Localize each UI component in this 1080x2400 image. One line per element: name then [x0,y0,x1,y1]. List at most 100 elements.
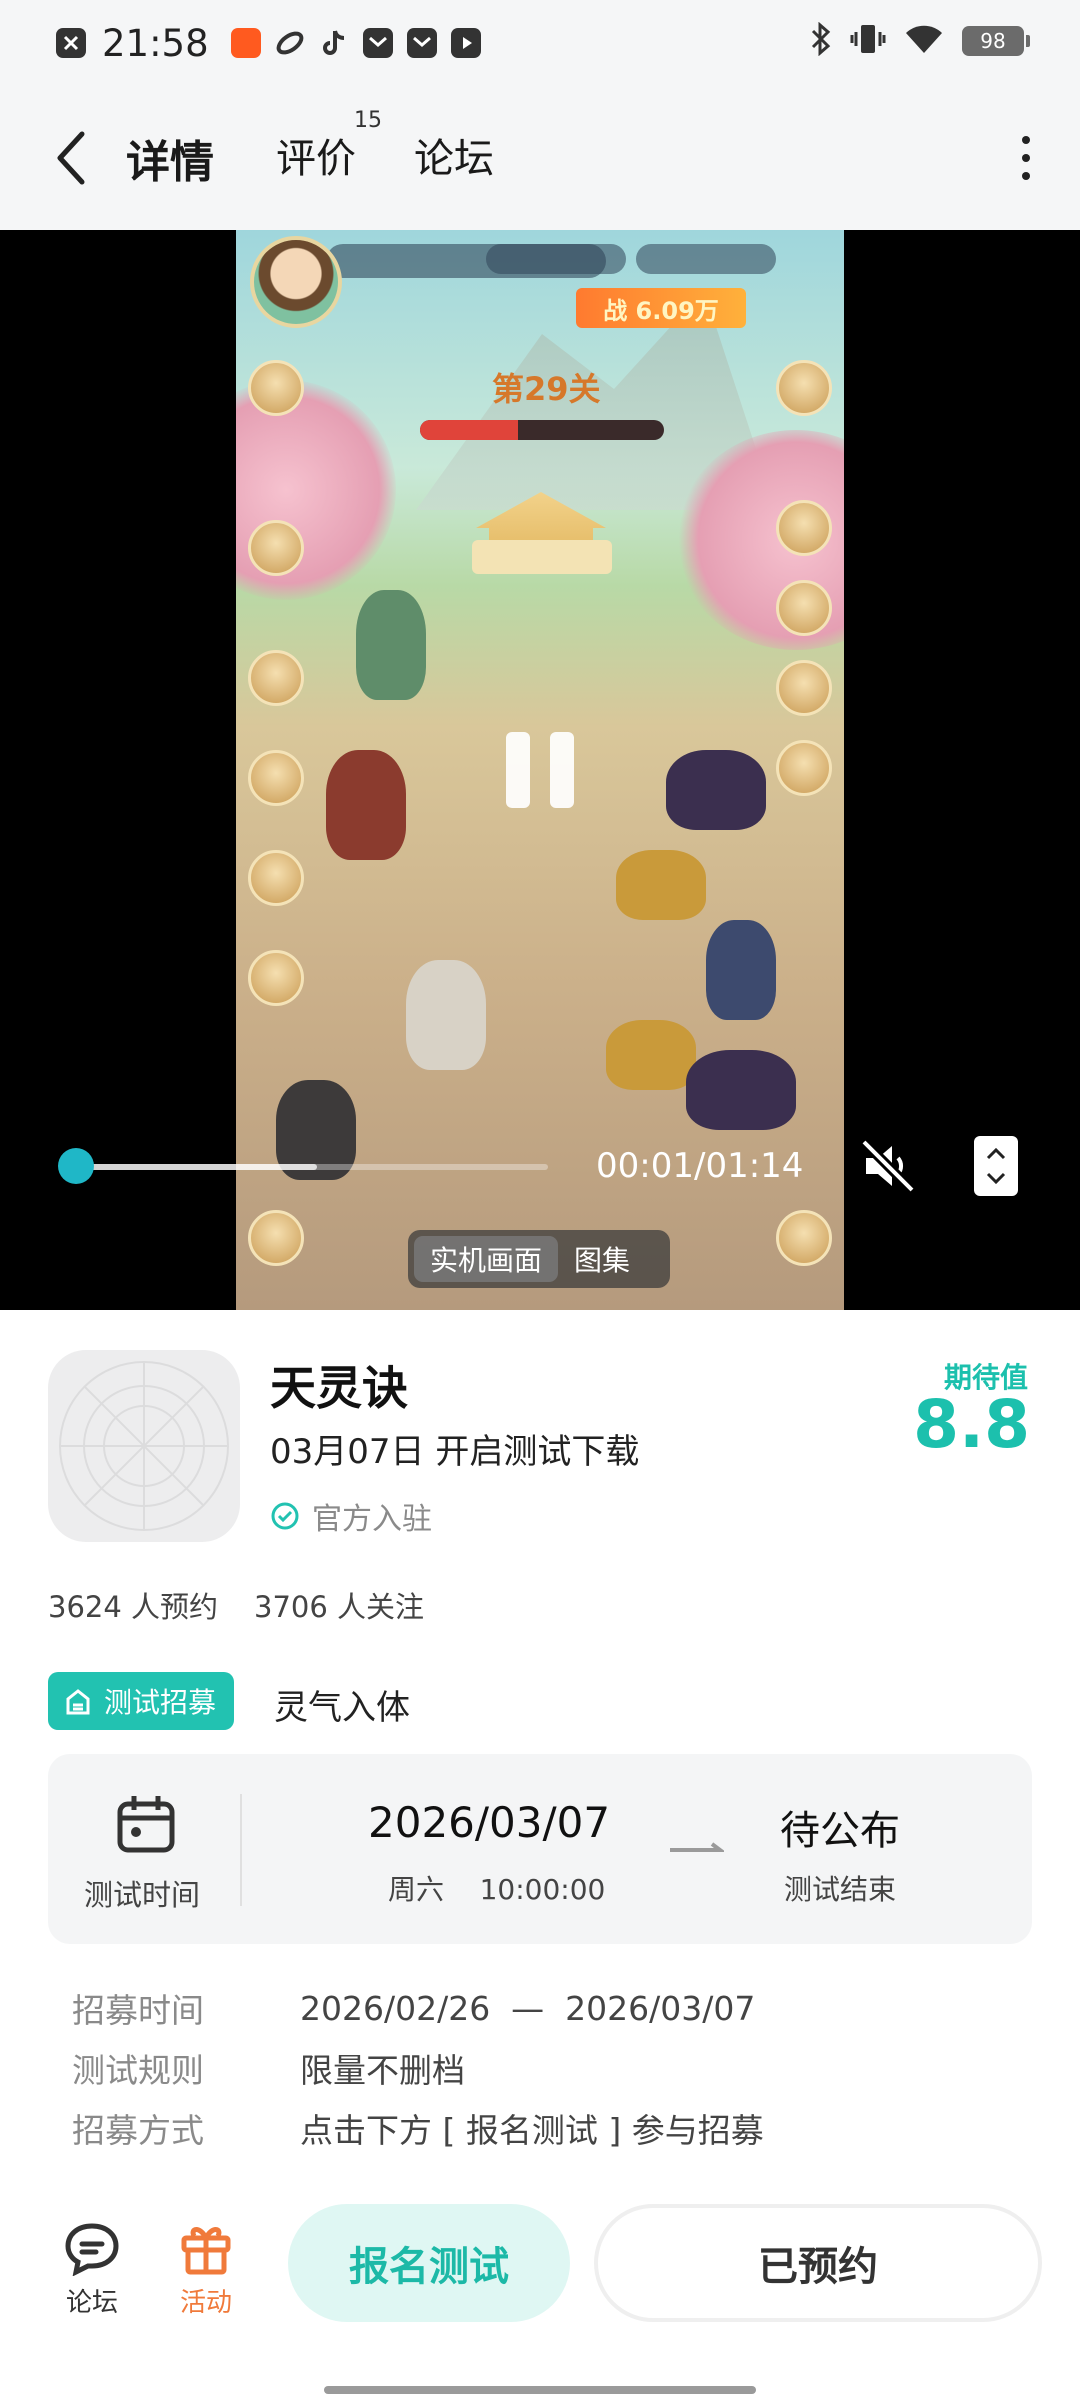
pause-icon-bar [506,732,530,808]
tab-gameplay-video[interactable]: 实机画面 [414,1236,559,1282]
game-enemy [606,1020,696,1090]
app-icon [48,1350,240,1542]
game-enemy [706,920,776,1020]
tab-forum[interactable]: 论坛 [414,126,494,184]
bottom-action-bar: 论坛 活动 报名测试 已预约 [0,2190,1080,2400]
test-time-label: 测试时间 [84,1878,201,1912]
game-side-icon [248,1210,304,1266]
game-enemy [616,850,706,920]
game-side-icon [776,500,832,556]
bg-path-banner [472,540,612,574]
game-side-icon [776,580,832,636]
rule-value: 2026/02/26 — 2026/03/07 [300,1988,756,2028]
expectation-score: 8.8 [913,1386,1030,1463]
status-time: 21:58 [102,21,209,65]
chevron-left-icon [57,131,85,185]
rule-value: 点击下方 [ 报名测试 ] 参与招募 [300,2111,764,2150]
follower-count: 3706 人关注 [254,1590,425,1624]
vibrate-icon [850,22,886,60]
recruit-rules: 招募时间 2026/02/26 — 2026/03/07 测试规则 限量不删档 … [72,1978,764,2158]
more-dot [1022,136,1030,144]
forum-label: 论坛 [65,2288,118,2318]
game-character [356,590,426,700]
recruit-title: 灵气入体 [274,1688,410,1728]
more-options-button[interactable] [1016,130,1036,186]
battery-icon: 98 [962,26,1030,56]
player-avatar [250,236,342,328]
mute-button[interactable] [858,1136,918,1196]
game-side-icon [776,660,832,716]
test-date-text: 03月07日 开启测试下载 [270,1432,640,1472]
forum-button[interactable]: 论坛 [52,2220,132,2319]
tab-detail[interactable]: 详情 [122,126,218,190]
review-count-badge: 15 [354,108,382,133]
rule-key: 招募方式 [72,2111,204,2150]
signup-test-button[interactable]: 报名测试 [288,2204,570,2322]
hud-power: 战 6.09万 [576,288,746,328]
video-progress-handle[interactable] [58,1148,94,1184]
test-time-card: 测试时间 2026/03/07 周六 10:00:00 待公布 测试结束 [48,1754,1032,1944]
rule-value: 限量不删档 [300,2051,465,2090]
hud-stage: 第29关 [492,370,601,408]
reservation-count: 3624 人预约 [48,1590,219,1624]
test-end-label: 测试结束 [784,1873,897,1906]
reserved-button[interactable]: 已预约 [594,2204,1042,2322]
video-player[interactable]: 战 6.09万 第29关 00:01/01:14 实机画面 图集 [0,230,1080,1310]
more-dot [1022,154,1030,162]
video-icon [450,28,481,58]
stats-row: 3624 人预约 3706 人关注 [48,1584,424,1626]
status-bar: 21:58 98 [0,0,1080,86]
activity-button[interactable]: 活动 [166,2220,246,2319]
test-end-value: 待公布 [780,1808,900,1854]
rule-row: 测试规则 限量不删档 [72,2038,764,2098]
recruit-tag: 测试招募 [48,1672,235,1730]
recruit-tag-label: 测试招募 [104,1686,217,1719]
hud-resource [636,244,776,274]
bluetooth-icon [810,21,832,60]
test-recruit-icon [66,1689,90,1715]
game-side-icon [248,520,304,576]
game-side-icon [776,1210,832,1266]
calendar-icon [117,1796,175,1853]
test-start-date: 2026/03/07 [368,1798,611,1847]
tab-detail-label: 详情 [126,137,214,188]
activity-label: 活动 [179,2288,232,2318]
game-side-icon [248,950,304,1006]
game-title: 天灵诀 [270,1361,408,1415]
tab-forum-label: 论坛 [414,136,494,182]
taobao-icon [230,28,261,58]
game-side-icon [248,850,304,906]
game-side-icon [248,750,304,806]
wifi-icon [904,23,944,59]
rule-key: 测试规则 [72,2051,204,2090]
tab-review[interactable]: 评价 15 [276,108,382,184]
mail-icon [362,28,393,58]
top-nav: 详情 评价 15 论坛 [0,86,1080,230]
game-character [326,750,406,860]
rule-row: 招募方式 点击下方 [ 报名测试 ] 参与招募 [72,2098,764,2158]
pause-icon-bar [550,732,574,808]
fullscreen-button[interactable] [974,1136,1018,1196]
game-side-icon [776,740,832,796]
expand-icon [986,1147,1006,1185]
mail-icon [406,28,437,58]
video-buffered [66,1164,317,1170]
divider [240,1794,242,1906]
rule-key: 招募时间 [72,1991,204,2030]
browser-icon [275,28,305,58]
volume-muted-icon [860,1138,916,1194]
pause-button[interactable] [506,732,574,808]
battery-level: 98 [980,29,1006,53]
test-start-time: 周六 10:00:00 [388,1873,606,1906]
gift-icon [181,2227,231,2275]
home-indicator[interactable] [324,2386,756,2394]
game-enemy [666,750,766,830]
rule-row: 招募时间 2026/02/26 — 2026/03/07 [72,1978,764,2038]
more-dot [1022,172,1030,180]
arrow-right-icon [670,1842,724,1852]
hud-hp-bar [420,420,664,440]
video-progress-bar[interactable] [66,1164,548,1170]
tiktok-icon [319,28,349,58]
back-button[interactable] [46,126,96,190]
tab-gallery[interactable]: 图集 [558,1236,646,1282]
